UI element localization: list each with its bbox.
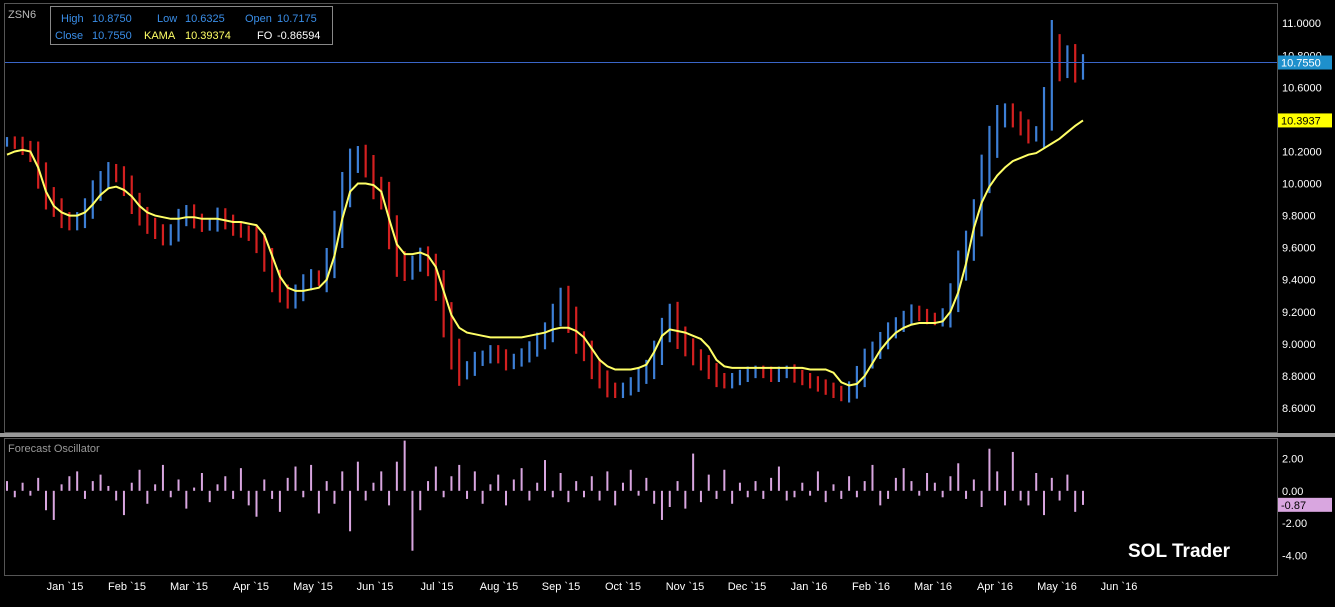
oscillator-tag-text: -0.87 (1281, 500, 1306, 512)
price-tick-label: 8.8000 (1282, 371, 1316, 383)
kama-value-tag: 10.3937 (1278, 113, 1332, 128)
time-tick-label: Mar `15 (170, 581, 208, 593)
time-tick-label: Sep `15 (542, 581, 581, 593)
time-tick-label: Apr `15 (233, 581, 269, 593)
oscillator-tick-label: -2.00 (1282, 518, 1307, 530)
fo-value: -0.86594 (277, 30, 320, 42)
price-tick-label: 11.0000 (1282, 18, 1321, 30)
time-tick-label: May `15 (293, 581, 333, 593)
time-tick-label: May `16 (1037, 581, 1077, 593)
time-tick-label: Apr `16 (977, 581, 1013, 593)
low-label: Low (157, 13, 177, 25)
price-tick-label: 10.6000 (1282, 82, 1322, 94)
open-value: 10.7175 (277, 13, 317, 25)
price-tick-label: 10.0000 (1282, 179, 1322, 191)
time-tick-label: Feb `15 (108, 581, 146, 593)
kama-value: 10.39374 (185, 30, 231, 42)
time-tick-label: Jan `15 (47, 581, 84, 593)
oscillator-tick-label: 0.00 (1282, 486, 1303, 498)
price-tick-label: 8.6000 (1282, 403, 1316, 415)
time-axis: Jan `15 Feb `15 Mar `15 Apr `15 May `15 Jun `… (47, 581, 1138, 593)
price-tick-label: 9.8000 (1282, 211, 1316, 223)
time-tick-label: Nov `15 (666, 581, 705, 593)
chart: 11.000010.800010.600010.400010.200010.00… (0, 3, 1335, 593)
oscillator-tick-label: 2.00 (1282, 453, 1303, 465)
high-label: High (61, 13, 84, 25)
time-tick-label: Mar `16 (914, 581, 952, 593)
fo-label: FO (257, 30, 273, 42)
kama-tag-text: 10.3937 (1281, 115, 1321, 127)
open-label: Open (245, 13, 272, 25)
oscillator-value-tag: -0.87 (1278, 497, 1332, 512)
oscillator-panel[interactable] (4, 438, 1278, 576)
price-axis: 11.000010.800010.600010.400010.200010.00… (1282, 18, 1322, 415)
panel-divider[interactable] (0, 433, 1335, 437)
low-value: 10.6325 (185, 13, 225, 25)
price-tick-label: 9.2000 (1282, 307, 1316, 319)
ohlc-info-box: High 10.8750 Low 10.6325 Open 10.7175 Cl… (50, 6, 333, 45)
price-tick-label: 10.2000 (1282, 146, 1322, 158)
watermark: SOL Trader (1128, 541, 1231, 562)
close-value-tag: 10.7550 (1278, 55, 1332, 70)
kama-label: KAMA (144, 30, 176, 42)
close-value: 10.7550 (92, 30, 132, 42)
oscillator-tick-label: -4.00 (1282, 551, 1307, 563)
time-tick-label: Feb `16 (852, 581, 890, 593)
close-label: Close (55, 30, 83, 42)
high-value: 10.8750 (92, 13, 132, 25)
time-tick-label: Dec `15 (728, 581, 767, 593)
close-tag-text: 10.7550 (1281, 58, 1321, 70)
time-tick-label: Jul `15 (420, 581, 453, 593)
time-tick-label: Jun `15 (357, 581, 394, 593)
time-tick-label: Aug `15 (480, 581, 519, 593)
time-tick-label: Jun `16 (1101, 581, 1138, 593)
price-tick-label: 9.6000 (1282, 243, 1316, 255)
price-tick-label: 9.4000 (1282, 275, 1316, 287)
time-tick-label: Oct `15 (605, 581, 641, 593)
time-tick-label: Jan `16 (791, 581, 828, 593)
indicator-title: Forecast Oscillator (8, 443, 100, 455)
symbol-label: ZSN6 (8, 9, 36, 21)
price-tick-label: 9.0000 (1282, 339, 1316, 351)
